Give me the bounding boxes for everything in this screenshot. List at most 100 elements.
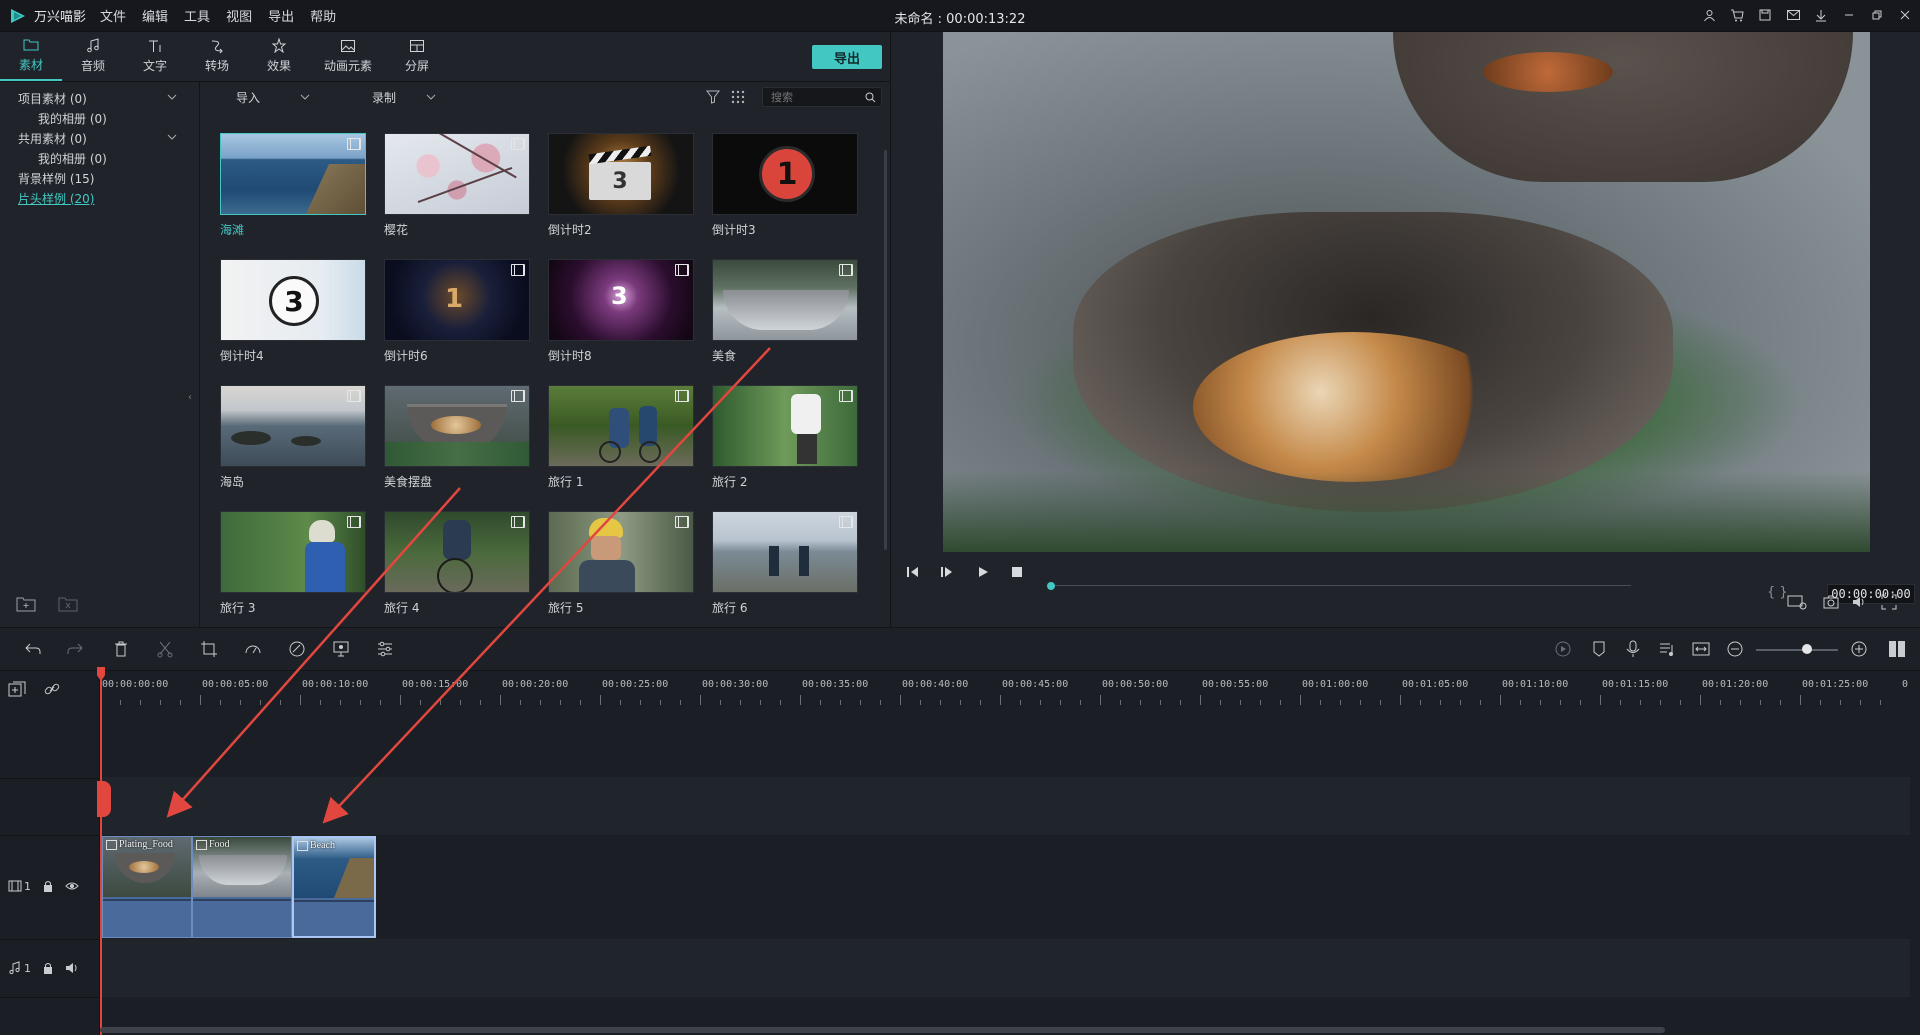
color-icon[interactable] [288,640,306,658]
delete-folder-icon[interactable] [58,595,78,613]
media-card-travel-3[interactable]: 旅行 3 [220,511,366,631]
fullscreen-icon[interactable] [1881,594,1897,610]
panel-layout-icon[interactable] [1888,640,1906,658]
green-screen-icon[interactable] [332,640,350,658]
menu-tools[interactable]: 工具 [184,6,210,25]
redo-icon[interactable] [66,640,84,658]
delete-icon[interactable] [112,640,130,658]
media-card-travel-4[interactable]: 旅行 4 [384,511,530,631]
eye-icon[interactable] [65,879,79,893]
tree-project-media[interactable]: 项目素材 (0) [0,88,199,108]
tab-media[interactable]: 素材 [0,31,62,81]
tab-audio[interactable]: 音频 [62,31,124,81]
fit-timeline-icon[interactable] [1692,640,1710,658]
close-icon[interactable] [1896,6,1914,24]
tree-background-samples[interactable]: 背景样例 (15) [0,168,199,188]
timeline-clip-food[interactable]: Food [192,836,292,938]
grid-view-icon[interactable] [731,90,745,104]
preview-progress-knob[interactable] [1047,582,1055,590]
tree-project-album[interactable]: 我的相册 (0) [0,108,199,128]
save-icon[interactable] [1756,6,1774,24]
media-card-plating-food[interactable]: 美食摆盘 [384,385,530,505]
render-icon[interactable] [1554,640,1572,658]
link-icon[interactable] [44,681,60,697]
restore-icon[interactable] [1868,6,1886,24]
stop-icon[interactable] [1009,564,1025,580]
previous-frame-icon[interactable] [905,564,921,580]
media-card-travel-2[interactable]: 旅行 2 [712,385,858,505]
microphone-icon[interactable] [1624,640,1642,658]
timeline-ruler[interactable]: 00:00:00:00 00:00:05:00 00:00:10:00 00:00:1… [100,671,1910,705]
export-button[interactable]: 导出 [812,45,882,69]
snapshot-icon[interactable] [1823,594,1839,610]
add-track-icon[interactable] [8,681,26,697]
playhead-line[interactable] [100,671,102,1035]
search-icon[interactable] [865,92,876,103]
timeline-clip-plating-food[interactable]: Plating_Food [102,836,192,938]
crop-icon[interactable] [200,640,218,658]
menu-edit[interactable]: 编辑 [142,6,168,25]
lock-icon[interactable] [41,879,55,893]
media-card-travel-5[interactable]: 旅行 5 [548,511,694,631]
tab-text[interactable]: 文字 [124,31,186,81]
tab-transition[interactable]: 转场 [186,31,248,81]
menu-export[interactable]: 导出 [268,6,294,25]
zoom-slider-knob[interactable] [1802,644,1812,654]
tab-split-screen[interactable]: 分屏 [386,31,448,81]
menu-help[interactable]: 帮助 [310,6,336,25]
media-card-countdown-8[interactable]: 3 倒计时8 [548,259,694,379]
new-folder-icon[interactable] [16,595,36,613]
overlay-lane[interactable] [100,777,1910,835]
user-icon[interactable] [1700,6,1718,24]
mark-in-out[interactable]: { } [1767,585,1788,600]
timeline-horizontal-scrollbar[interactable] [100,1027,1665,1033]
audio-mixer-icon[interactable] [1658,640,1676,658]
tree-shared-media[interactable]: 共用素材 (0) [0,128,199,148]
import-dropdown[interactable]: 导入 [236,89,310,106]
media-card-travel-1[interactable]: 旅行 1 [548,385,694,505]
media-card-cherry-blossom[interactable]: 樱花 [384,133,530,253]
zoom-slider-track[interactable] [1756,649,1838,651]
render-preview-icon[interactable] [1787,594,1807,610]
speed-icon[interactable] [244,640,262,658]
mail-icon[interactable] [1784,6,1802,24]
playhead-side-handle[interactable] [97,781,111,817]
media-card-travel-6[interactable]: 旅行 6 [712,511,858,631]
media-card-countdown-3[interactable]: 1 倒计时3 [712,133,858,253]
media-card-beach[interactable]: 海滩 [220,133,366,253]
next-frame-icon[interactable] [939,564,955,580]
timeline-clip-beach[interactable]: Beach [292,836,376,938]
media-card-island[interactable]: 海岛 [220,385,366,505]
lock-icon[interactable] [41,961,55,975]
chevron-down-icon[interactable] [167,132,177,142]
minimize-icon[interactable] [1840,6,1858,24]
record-dropdown[interactable]: 录制 [372,89,436,106]
tab-effects[interactable]: 效果 [248,31,310,81]
audio-lane-1[interactable] [100,939,1910,997]
media-card-countdown-6[interactable]: 1 倒计时6 [384,259,530,379]
filter-icon[interactable] [706,90,720,104]
menu-file[interactable]: 文件 [100,6,126,25]
chevron-down-icon[interactable] [167,92,177,102]
tree-intro-samples[interactable]: 片头样例 (20) [0,188,199,208]
zoom-out-icon[interactable] [1726,640,1744,658]
media-card-food[interactable]: 美食 [712,259,858,379]
tree-shared-album[interactable]: 我的相册 (0) [0,148,199,168]
volume-icon[interactable] [1851,594,1867,610]
tab-animated-elements[interactable]: 动画元素 [310,31,386,81]
collapse-left-icon[interactable]: ‹ [188,392,196,406]
media-search[interactable] [762,87,882,107]
zoom-in-icon[interactable] [1850,640,1868,658]
media-card-countdown-2[interactable]: 3 倒计时2 [548,133,694,253]
preview-progress-track[interactable] [1051,585,1631,586]
menu-view[interactable]: 视图 [226,6,252,25]
media-scrollbar[interactable] [884,150,887,550]
search-input[interactable] [771,90,861,104]
cut-icon[interactable] [156,640,174,658]
download-icon[interactable] [1812,6,1830,24]
cart-icon[interactable] [1728,6,1746,24]
volume-icon[interactable] [65,961,79,975]
adjust-icon[interactable] [376,640,394,658]
play-icon[interactable] [975,564,991,580]
undo-icon[interactable] [24,640,42,658]
